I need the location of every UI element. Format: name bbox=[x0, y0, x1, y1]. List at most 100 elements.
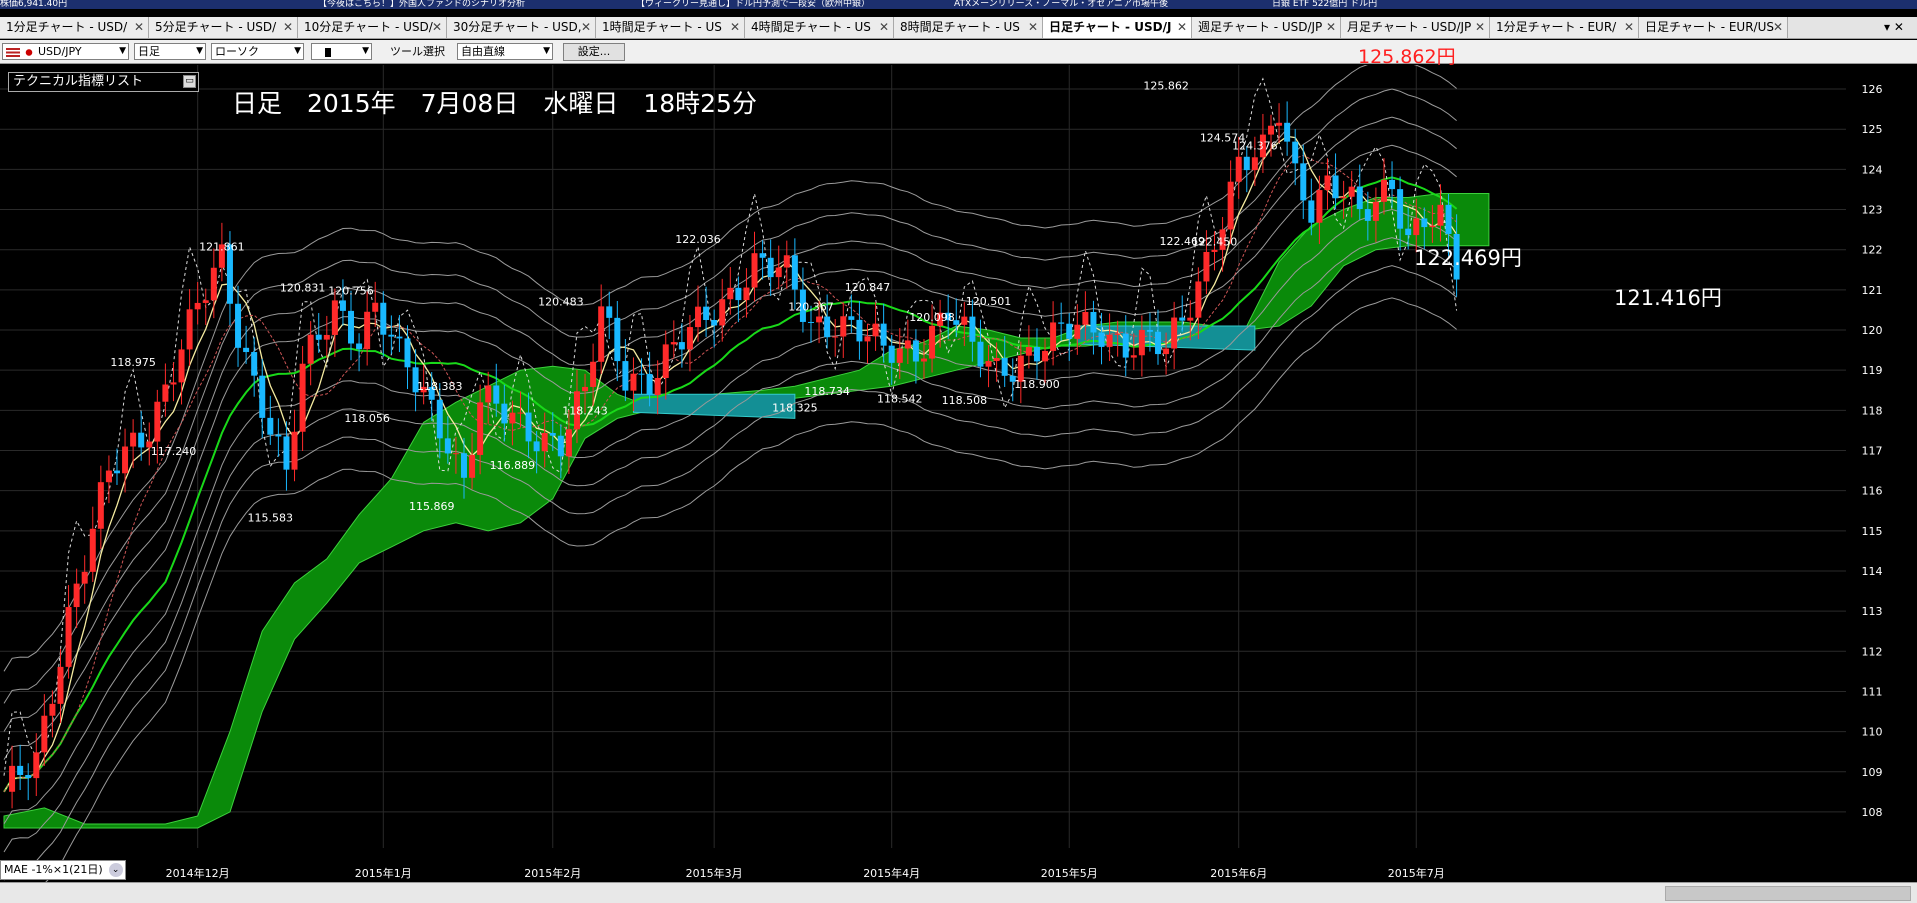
price-extreme-label: 118.243 bbox=[562, 405, 608, 418]
candle-body bbox=[1300, 163, 1307, 201]
price-chart[interactable]: 121.861 120.831 120.756 118.975 117.240 115.5… bbox=[0, 56, 1917, 903]
candle-body bbox=[1195, 281, 1202, 318]
candle-body bbox=[864, 336, 871, 342]
tab-daily-eurusd[interactable]: 日足チャート - EUR/US ✕ bbox=[1639, 17, 1788, 38]
tab-daily-usdjpy[interactable]: 日足チャート - USD/J ✕ bbox=[1043, 17, 1192, 38]
candle-body bbox=[638, 373, 645, 375]
tab-8hour-usdjpy[interactable]: 8時間足チャート - US ✕ bbox=[894, 17, 1043, 38]
browser-tab[interactable]: 株価6,941.40円 bbox=[0, 0, 318, 9]
y-axis-tick-label: 113 bbox=[1862, 605, 1883, 618]
close-icon[interactable]: ✕ bbox=[879, 17, 889, 38]
candle-body bbox=[267, 417, 274, 435]
browser-tab[interactable]: ATXメーンリリース・ノーマル・オセアニア市場午後 bbox=[954, 0, 1272, 9]
x-axis-tick-label: 2015年7月 bbox=[1388, 866, 1445, 880]
candle-body bbox=[888, 345, 895, 363]
scrollbar-thumb[interactable] bbox=[1665, 886, 1911, 901]
browser-tab[interactable]: 【ウィークリー見通し】ドル円予測で一段安（欧州中銀） bbox=[636, 0, 954, 9]
candle-body bbox=[477, 402, 484, 455]
y-axis-tick-label: 122 bbox=[1862, 244, 1883, 257]
candle-body bbox=[533, 441, 540, 452]
close-icon[interactable]: ✕ bbox=[134, 17, 144, 38]
settings-button[interactable]: 設定... bbox=[563, 43, 625, 61]
tab-label: 8時間足チャート - US bbox=[900, 20, 1020, 34]
candle-body bbox=[388, 334, 395, 337]
close-icon[interactable]: ✕ bbox=[283, 17, 293, 38]
y-axis-tick-label: 117 bbox=[1862, 444, 1883, 457]
candle-body bbox=[57, 666, 64, 704]
close-icon[interactable]: ✕ bbox=[581, 17, 591, 38]
candle-body bbox=[460, 453, 467, 478]
drawing-tool-value: 自由直線 bbox=[461, 45, 505, 58]
candle-body bbox=[1211, 249, 1218, 252]
y-axis-tick-label: 110 bbox=[1862, 726, 1883, 739]
close-icon[interactable]: ✕ bbox=[1624, 17, 1634, 38]
candle-body bbox=[97, 482, 104, 529]
candle-body bbox=[1364, 209, 1371, 221]
technical-indicator-list[interactable]: テクニカル指標リスト ▭ bbox=[8, 72, 199, 92]
candle-body bbox=[73, 583, 80, 608]
candle-body bbox=[1138, 329, 1145, 356]
chevron-down-icon[interactable]: ⌄ bbox=[108, 863, 123, 877]
candle-body bbox=[493, 385, 500, 404]
tab-30min-usdjpy[interactable]: 30分足チャート - USD, ✕ bbox=[447, 17, 596, 38]
candle-body bbox=[1308, 200, 1315, 223]
candle-body bbox=[1106, 334, 1113, 347]
candle-body bbox=[1380, 179, 1387, 202]
candle-body bbox=[791, 255, 798, 290]
candle-body bbox=[380, 302, 387, 335]
tab-list-controls[interactable]: ▾ ✕ bbox=[1871, 17, 1917, 38]
symbol-select[interactable]: USD/JPY ▼ bbox=[2, 43, 129, 60]
tab-4hour-usdjpy[interactable]: 4時間足チャート - US ✕ bbox=[745, 17, 894, 38]
tab-5min-usdjpy[interactable]: 5分足チャート - USD/ ✕ bbox=[149, 17, 298, 38]
tab-monthly-usdjpy[interactable]: 月足チャート - USD/JP ✕ bbox=[1341, 17, 1490, 38]
close-icon[interactable]: ✕ bbox=[1326, 17, 1336, 38]
candle-body bbox=[1058, 322, 1065, 324]
price-extreme-label: 122.036 bbox=[675, 233, 721, 246]
tab-10min-usdjpy[interactable]: 10分足チャート - USD/✕ bbox=[298, 17, 447, 38]
candle-body bbox=[880, 323, 887, 346]
candle-body bbox=[178, 349, 185, 383]
candle-body bbox=[1267, 125, 1274, 135]
browser-tab[interactable]: 日銀 ETF 522億円 ドル円 bbox=[1272, 0, 1590, 9]
candle-body bbox=[977, 341, 984, 367]
candle-body bbox=[872, 323, 879, 337]
candle-body bbox=[678, 342, 685, 350]
close-icon[interactable]: ✕ bbox=[1475, 17, 1485, 38]
y-axis-tick-label: 118 bbox=[1862, 404, 1883, 417]
close-icon[interactable]: ✕ bbox=[1773, 17, 1783, 38]
drawing-tool-select[interactable]: 自由直線 ▼ bbox=[457, 43, 553, 60]
tab-1min-usdjpy[interactable]: 1分足チャート - USD/ ✕ bbox=[0, 17, 149, 38]
candle-body bbox=[65, 607, 72, 667]
timeframe-value: 日足 bbox=[138, 45, 160, 58]
horizontal-scrollbar[interactable] bbox=[0, 882, 1917, 903]
candle-body bbox=[154, 401, 161, 442]
candle-body bbox=[654, 377, 661, 395]
candle-body bbox=[130, 432, 137, 447]
close-icon[interactable]: ✕ bbox=[1028, 17, 1038, 38]
minimize-icon[interactable]: ▭ bbox=[183, 75, 196, 88]
candle-body bbox=[1082, 311, 1089, 325]
timeframe-select[interactable]: 日足 ▼ bbox=[134, 43, 206, 60]
tab-label: 4時間足チャート - US bbox=[751, 20, 871, 34]
candle-body bbox=[929, 325, 936, 359]
candle-body bbox=[509, 412, 516, 424]
x-axis-tick-label: 2015年5月 bbox=[1041, 866, 1098, 880]
chart-canvas[interactable]: 121.861 120.831 120.756 118.975 117.240 115.5… bbox=[0, 56, 1917, 903]
y-axis-tick-label: 124 bbox=[1862, 163, 1883, 176]
candle-body bbox=[719, 299, 726, 326]
close-icon[interactable]: ✕ bbox=[730, 17, 740, 38]
price-extreme-label: 120.367 bbox=[788, 300, 834, 313]
browser-tab[interactable]: 【今夜はこちら！】外国人ファンドのシナリオ分析 bbox=[318, 0, 636, 9]
color-select[interactable]: ▼ bbox=[311, 43, 372, 60]
chart-style-select[interactable]: ローソク ▼ bbox=[211, 43, 304, 60]
close-icon[interactable]: ✕ bbox=[1177, 17, 1187, 38]
mae-indicator-label[interactable]: MAE -1%×1(21日) ⌄ bbox=[0, 860, 126, 880]
tab-1min-eurusd[interactable]: 1分足チャート - EUR/ ✕ bbox=[1490, 17, 1639, 38]
close-icon[interactable]: ✕ bbox=[432, 17, 442, 38]
tab-weekly-usdjpy[interactable]: 週足チャート - USD/JP ✕ bbox=[1192, 17, 1341, 38]
tab-1hour-usdjpy[interactable]: 1時間足チャート - US ✕ bbox=[596, 17, 745, 38]
candle-body bbox=[243, 347, 250, 353]
candle-body bbox=[356, 343, 363, 350]
candle-body bbox=[848, 316, 855, 320]
price-extreme-label: 120.831 bbox=[280, 282, 326, 295]
